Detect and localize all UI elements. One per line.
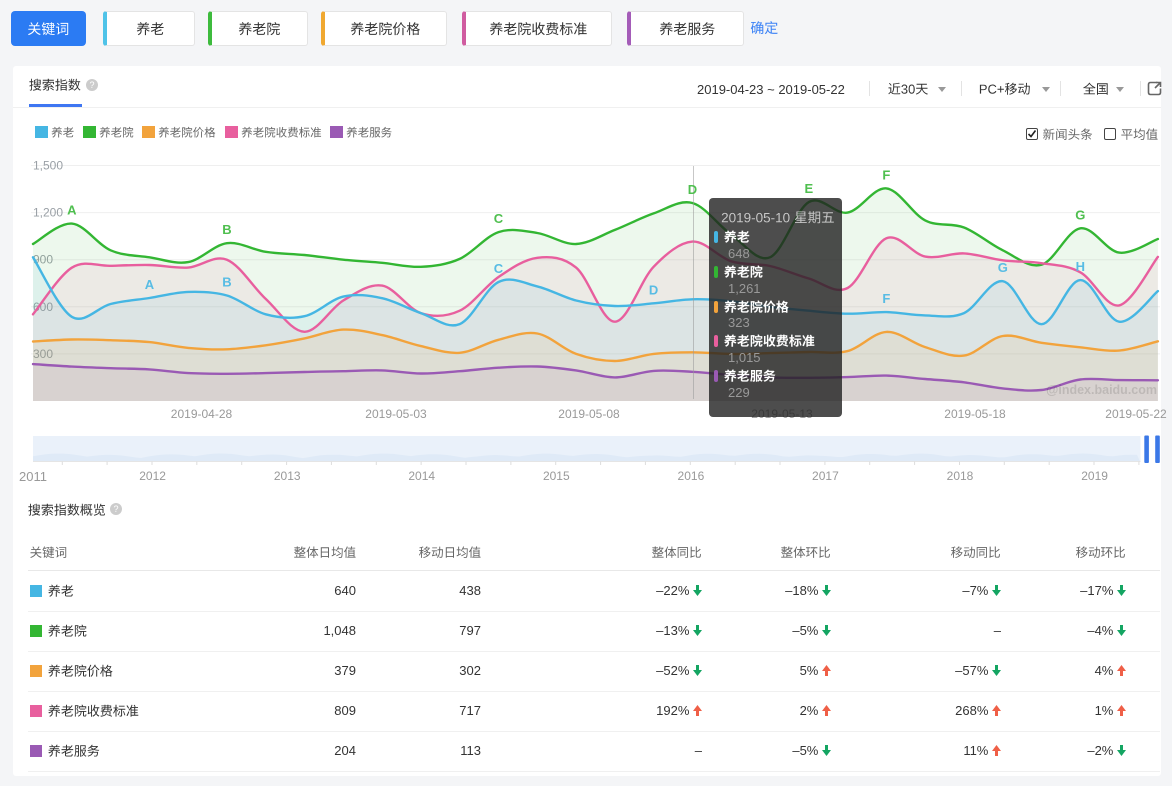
svg-text:2019-05-18: 2019-05-18 [944, 407, 1006, 421]
svg-text:D: D [649, 282, 658, 297]
svg-text:2017: 2017 [812, 469, 839, 483]
svg-text:@index.baidu.com: @index.baidu.com [1046, 383, 1157, 397]
svg-text:D: D [688, 182, 697, 197]
svg-text:2015: 2015 [543, 469, 570, 483]
svg-text:A: A [67, 203, 77, 218]
svg-text:1,500: 1,500 [33, 159, 63, 173]
svg-text:2019-05-08: 2019-05-08 [558, 407, 620, 421]
svg-text:H: H [1076, 259, 1085, 274]
svg-text:F: F [882, 167, 890, 182]
svg-text:2019-04-28: 2019-04-28 [171, 407, 233, 421]
svg-text:2018: 2018 [947, 469, 974, 483]
svg-text:2019: 2019 [1081, 469, 1108, 483]
svg-text:E: E [804, 181, 813, 196]
svg-text:2011: 2011 [19, 469, 47, 484]
svg-text:1,200: 1,200 [33, 206, 63, 220]
svg-text:C: C [494, 261, 504, 276]
svg-text:2019-05-03: 2019-05-03 [365, 407, 427, 421]
svg-text:G: G [1075, 207, 1085, 222]
svg-text:2019-05-22: 2019-05-22 [1105, 407, 1167, 421]
svg-text:2012: 2012 [139, 469, 166, 483]
svg-text:2016: 2016 [678, 469, 705, 483]
svg-text:C: C [494, 211, 504, 226]
svg-text:2013: 2013 [274, 469, 301, 483]
svg-text:A: A [145, 277, 155, 292]
svg-text:B: B [222, 222, 231, 237]
svg-text:2014: 2014 [408, 469, 435, 483]
svg-text:G: G [998, 260, 1008, 275]
svg-text:F: F [882, 291, 890, 306]
svg-text:B: B [222, 275, 231, 290]
